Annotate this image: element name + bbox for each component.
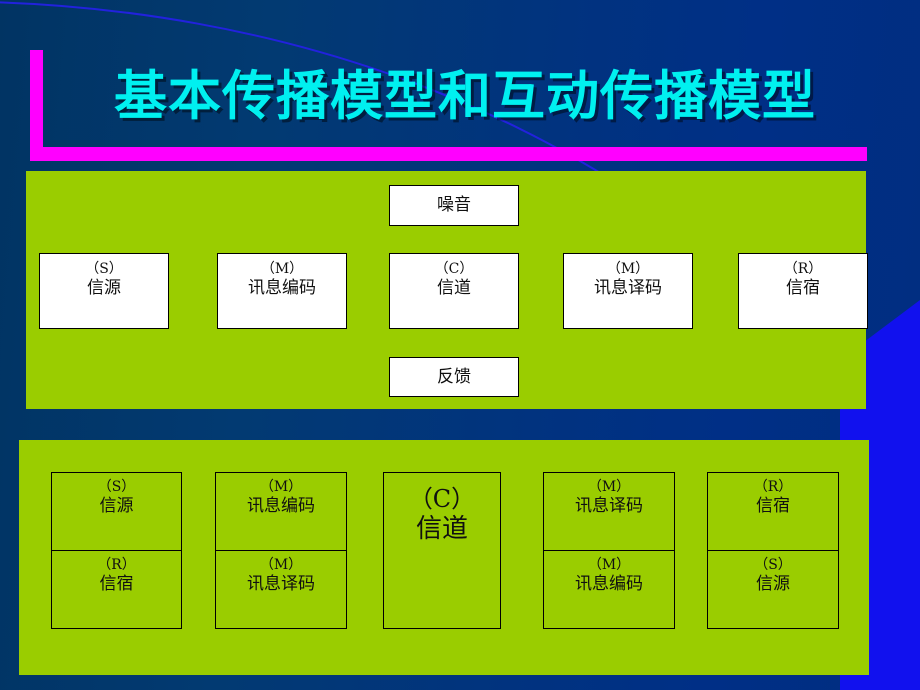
stack-cell-bottom: （R） 信宿 bbox=[52, 550, 181, 628]
title-accent-vertical-bar bbox=[30, 50, 43, 150]
stack-source-receiver: （S） 信源 （R） 信宿 bbox=[51, 472, 182, 629]
interactive-model-panel: （S） 信源 （R） 信宿 （M） 讯息编码 （M） 讯息译码 （C） 信道 （… bbox=[19, 440, 869, 675]
node-decoder: （M） 讯息译码 bbox=[563, 253, 693, 329]
stack-cell-code: （M） bbox=[259, 479, 303, 495]
node-encoder: （M） 讯息编码 bbox=[217, 253, 347, 329]
stack-receiver-source: （R） 信宿 （S） 信源 bbox=[707, 472, 839, 629]
stack-cell-label: 信源 bbox=[756, 573, 790, 594]
node-channel-interactive-label: 信道 bbox=[415, 513, 468, 544]
node-channel-code: （C） bbox=[434, 261, 474, 277]
stack-cell-bottom: （M） 讯息编码 bbox=[544, 550, 674, 628]
page-title: 基本传播模型和互动传播模型 bbox=[114, 65, 816, 127]
stack-cell-code: （R） bbox=[97, 557, 136, 573]
stack-cell-label: 讯息译码 bbox=[247, 573, 315, 594]
stack-cell-top: （M） 讯息译码 bbox=[544, 473, 674, 550]
stack-cell-code: （S） bbox=[754, 557, 792, 573]
presentation-slide: 基本传播模型和互动传播模型 噪音 （S） 信源 （M） 讯息编码 （C） 信道 … bbox=[0, 0, 920, 690]
node-receiver-label: 信宿 bbox=[786, 277, 820, 298]
node-source-label: 信源 bbox=[87, 277, 121, 298]
stack-cell-code: （M） bbox=[587, 479, 631, 495]
stack-cell-code: （M） bbox=[587, 557, 631, 573]
node-feedback: 反馈 bbox=[389, 357, 519, 397]
stack-cell-top: （M） 讯息编码 bbox=[216, 473, 346, 550]
node-noise: 噪音 bbox=[389, 185, 519, 226]
node-channel: （C） 信道 bbox=[389, 253, 519, 329]
node-channel-interactive-code: （C） bbox=[408, 485, 476, 513]
stack-cell-bottom: （S） 信源 bbox=[708, 550, 838, 628]
stack-cell-code: （M） bbox=[259, 557, 303, 573]
node-receiver-code: （R） bbox=[783, 261, 823, 277]
basic-model-panel: 噪音 （S） 信源 （M） 讯息编码 （C） 信道 （M） 讯息译码 （R） 信… bbox=[26, 171, 868, 409]
stack-cell-top: （R） 信宿 bbox=[708, 473, 838, 550]
stack-cell-top: （S） 信源 bbox=[52, 473, 181, 550]
node-encoder-label: 讯息编码 bbox=[248, 277, 316, 298]
stack-decoder-encoder-right: （M） 讯息译码 （M） 讯息编码 bbox=[543, 472, 675, 629]
stack-cell-code: （S） bbox=[97, 479, 136, 495]
title-accent-horizontal-bar bbox=[30, 147, 867, 161]
node-feedback-label: 反馈 bbox=[437, 366, 471, 387]
node-channel-label: 信道 bbox=[437, 277, 471, 298]
stack-cell-label: 信宿 bbox=[99, 573, 134, 594]
stack-cell-label: 讯息译码 bbox=[575, 495, 643, 516]
node-channel-interactive: （C） 信道 bbox=[383, 472, 501, 629]
node-decoder-code: （M） bbox=[606, 261, 650, 277]
stack-cell-label: 信源 bbox=[99, 495, 134, 516]
stack-cell-code: （R） bbox=[753, 479, 793, 495]
node-decoder-label: 讯息译码 bbox=[594, 277, 662, 298]
stack-cell-label: 讯息编码 bbox=[575, 573, 643, 594]
node-receiver: （R） 信宿 bbox=[738, 253, 868, 329]
node-encoder-code: （M） bbox=[260, 261, 304, 277]
node-source-code: （S） bbox=[85, 261, 123, 277]
stack-encoder-decoder-left: （M） 讯息编码 （M） 讯息译码 bbox=[215, 472, 347, 629]
node-noise-label: 噪音 bbox=[437, 195, 471, 216]
stack-cell-label: 讯息编码 bbox=[247, 495, 315, 516]
node-source: （S） 信源 bbox=[39, 253, 169, 329]
stack-cell-bottom: （M） 讯息译码 bbox=[216, 550, 346, 628]
stack-cell-label: 信宿 bbox=[756, 495, 790, 516]
